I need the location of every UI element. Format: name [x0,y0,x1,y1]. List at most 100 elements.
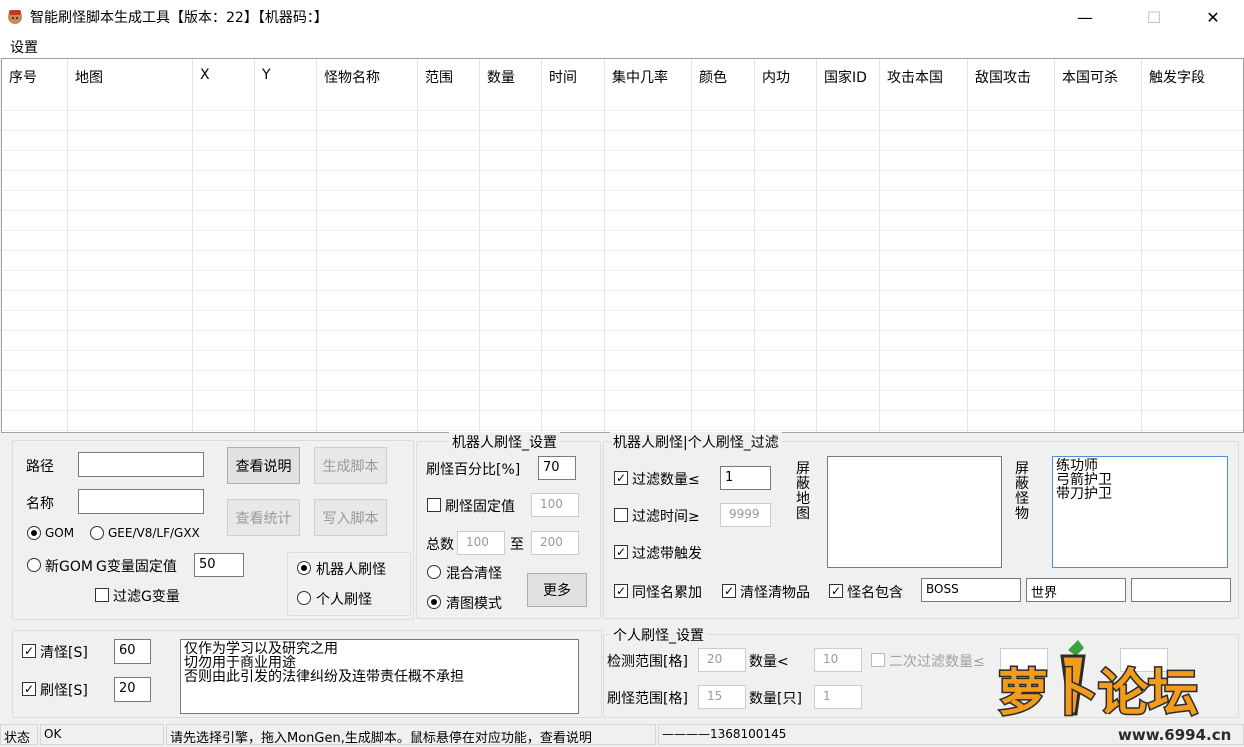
grid-col-index: 序号 [2,59,68,432]
mode-personal-radio[interactable] [297,591,311,605]
count-lt-input[interactable]: 10 [814,648,862,672]
g-var-input[interactable]: 50 [194,553,244,577]
spawn-checkbox[interactable]: ✓ [22,682,36,696]
write-script-button[interactable]: 写入脚本 [314,499,387,536]
status-state: OK [40,724,164,745]
view-stats-button[interactable]: 查看统计 [227,499,300,536]
spawn-input[interactable]: 20 [114,677,151,702]
clear-map-radio[interactable] [427,595,441,609]
app-icon [8,10,22,24]
clear-items-checkbox[interactable]: ✓ [722,584,736,598]
menu-settings[interactable]: 设置 [10,37,38,57]
grid-col-y: Y [255,59,317,432]
grid-header-y[interactable]: Y [262,67,271,83]
view-help-button[interactable]: 查看说明 [227,447,300,484]
total-to-label: 至 [510,537,524,553]
mixed-clear-radio[interactable] [427,565,441,579]
fixed-value-checkbox[interactable] [427,498,441,512]
watermark-logo: 萝卜论坛 www.6994.cn [997,640,1231,744]
grid-header-country[interactable]: 国家ID [824,67,867,87]
clear-items-label: 清怪清物品 [740,585,810,601]
block-map-textarea[interactable] [827,456,1002,568]
grid-col-map: 地图 [68,59,193,432]
more-button[interactable]: 更多 [527,573,587,607]
name-contains-label: 怪名包含 [847,585,903,601]
engine-gom-label: GOM [45,526,75,540]
total-to-input[interactable]: 200 [531,531,579,555]
filter-title: 机器人刷怪|个人刷怪_过滤 [610,432,782,452]
filter-count-checkbox[interactable]: ✓ [614,471,628,485]
carrot-leaf-icon [1068,640,1084,656]
count-only-label: 数量[只] [749,691,802,707]
grid-header-power[interactable]: 内功 [762,67,790,87]
grid-header-color[interactable]: 颜色 [699,67,727,87]
grid-header-count[interactable]: 数量 [487,67,515,87]
minimize-button[interactable]: — [1062,0,1108,34]
path-input[interactable] [78,452,204,477]
detect-range-input[interactable]: 20 [698,648,746,672]
grid-col-attack-home: 攻击本国 [880,59,968,432]
notice-textarea[interactable]: 仅作为学习以及研究之用 切勿用于商业用途 否则由此引发的法律纠纷及连带责任概不承… [180,639,579,714]
personal-settings-title: 个人刷怪_设置 [610,625,707,645]
name-contains-input-1[interactable]: BOSS [921,578,1021,602]
grid-header-trigger[interactable]: 触发字段 [1149,67,1205,87]
engine-gom-radio[interactable] [27,526,41,540]
status-message: 请先选择引擎，拖入MonGen,生成脚本。鼠标悬停在对应功能，查看说明 [166,724,656,745]
grid-header-attack-home[interactable]: 攻击本国 [887,67,943,87]
filter-time-checkbox[interactable] [614,508,628,522]
grid-header-map[interactable]: 地图 [75,67,103,87]
grid-header-monster[interactable]: 怪物名称 [324,67,380,87]
name-input[interactable] [78,489,204,514]
second-filter-label: 二次过滤数量≤ [889,654,985,670]
clear-checkbox[interactable]: ✓ [22,644,36,658]
grid-header-x[interactable]: X [200,67,210,83]
second-filter-checkbox[interactable] [871,653,885,667]
clear-input[interactable]: 60 [114,639,151,664]
maximize-button[interactable]: ☐ [1131,0,1177,34]
status-label: 状态 [0,724,38,745]
close-button[interactable]: ✕ [1190,0,1236,34]
total-from-input[interactable]: 100 [457,531,505,555]
mode-robot-label: 机器人刷怪 [316,562,386,578]
grid-header-killable[interactable]: 本国可杀 [1062,67,1118,87]
grid-header-time[interactable]: 时间 [549,67,577,87]
fixed-value-input[interactable]: 100 [531,493,579,517]
grid-col-country: 国家ID [817,59,880,432]
mode-personal-label: 个人刷怪 [316,592,372,608]
block-monster-textarea[interactable]: 练功师 弓箭护卫 带刀护卫 [1052,456,1228,568]
grid-col-killable: 本国可杀 [1055,59,1142,432]
block-map-label: 屏蔽地图 [796,461,810,522]
filter-time-input[interactable]: 9999 [720,503,771,527]
spawn-label: 刷怪[S] [40,683,88,699]
name-contains-checkbox[interactable]: ✓ [829,584,843,598]
grid-header-index[interactable]: 序号 [9,67,37,87]
engine-gee-label: GEE/V8/LF/GXX [108,526,200,540]
menu-bar [0,34,1244,58]
grid-col-x: X [193,59,255,432]
engine-newgom-radio[interactable] [27,558,41,572]
filter-count-label: 过滤数量≤ [632,472,700,488]
spawn-range-input[interactable]: 15 [698,685,746,709]
grid-header-range[interactable]: 范围 [425,67,453,87]
grid-header-rate[interactable]: 集中几率 [612,67,668,87]
clear-map-label: 清图模式 [446,596,502,612]
fixed-value-label: 刷怪固定值 [445,499,515,515]
grid-header-enemy-attack[interactable]: 敌国攻击 [975,67,1031,87]
mode-robot-radio[interactable] [297,561,311,575]
count-only-input[interactable]: 1 [814,685,862,709]
filter-trigger-checkbox[interactable]: ✓ [614,545,628,559]
grid-col-time: 时间 [542,59,605,432]
percent-label: 刷怪百分比[%] [426,462,521,478]
name-contains-input-3[interactable] [1131,578,1231,602]
filter-g-var-checkbox[interactable] [95,588,109,602]
radio-selected-dot [301,565,307,571]
generate-script-button[interactable]: 生成脚本 [314,447,387,484]
filter-count-input[interactable]: 1 [720,466,771,490]
percent-input[interactable]: 70 [538,456,576,480]
robot-settings-title: 机器人刷怪_设置 [449,432,560,452]
name-contains-input-2[interactable]: 世界 [1026,578,1126,602]
grid-col-power: 内功 [755,59,817,432]
monster-grid[interactable]: 序号 地图 X Y 怪物名称 范围 数量 时间 集中几率 颜色 内功 国家ID … [1,58,1244,433]
same-name-sum-checkbox[interactable]: ✓ [614,584,628,598]
engine-gee-radio[interactable] [90,526,104,540]
